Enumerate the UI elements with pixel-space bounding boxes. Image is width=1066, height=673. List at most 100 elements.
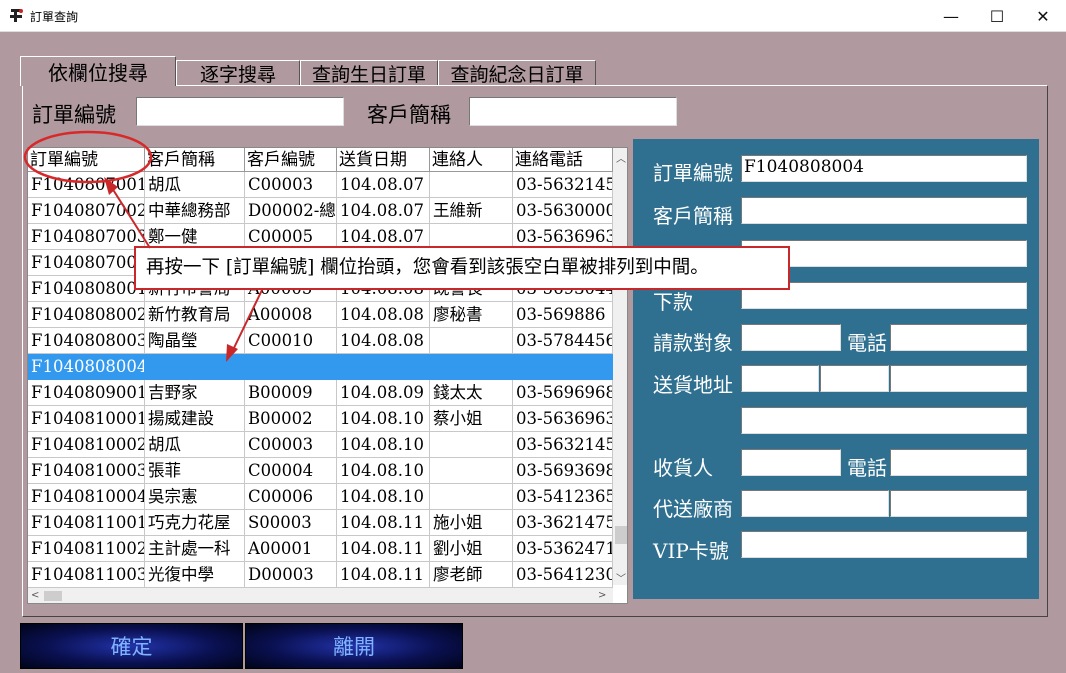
search-customer-input[interactable] bbox=[469, 97, 677, 126]
minimize-button[interactable]: — bbox=[928, 0, 974, 32]
table-row[interactable]: F1040809001 吉野家 B00009 104.08.09 錢太太 03-56969… bbox=[28, 380, 613, 406]
cell-contact[interactable] bbox=[430, 458, 513, 484]
maximize-button[interactable]: ☐ bbox=[974, 0, 1020, 32]
cell-customer[interactable]: 主計處一科 bbox=[145, 536, 245, 562]
cell-customer-id[interactable]: B00002 bbox=[245, 406, 337, 432]
cell-order-no[interactable]: F1040807003 bbox=[28, 224, 145, 250]
cell-customer[interactable]: 胡瓜 bbox=[145, 432, 245, 458]
detail-address-field-4[interactable] bbox=[741, 407, 1027, 434]
cell-customer-id[interactable]: C00006 bbox=[245, 484, 337, 510]
cell-order-no[interactable]: F1040810004 bbox=[28, 484, 145, 510]
tab-anniversary-orders[interactable]: 查詢紀念日訂單 bbox=[438, 60, 596, 86]
cell-delivery-date[interactable]: 104.08.08 bbox=[337, 302, 430, 328]
table-row[interactable]: F1040811002 主計處一科 A00001 104.08.11 劉小姐 03-536… bbox=[28, 536, 613, 562]
detail-receiver-phone-field[interactable] bbox=[890, 449, 1027, 476]
cell-phone[interactable]: 03-5784456 bbox=[513, 328, 613, 354]
cell-contact[interactable]: 蔡小姐 bbox=[430, 406, 513, 432]
column-header-customer[interactable]: 客戶簡稱 bbox=[145, 148, 245, 172]
tab-text-search[interactable]: 逐字搜尋 bbox=[176, 60, 300, 86]
detail-address-field-3[interactable] bbox=[890, 365, 1027, 392]
cell-contact[interactable] bbox=[430, 484, 513, 510]
column-header-customer-id[interactable]: 客戶編號 bbox=[245, 148, 337, 172]
cell-contact[interactable]: 錢太太 bbox=[430, 380, 513, 406]
confirm-button[interactable]: 確定 bbox=[20, 623, 243, 669]
column-header-phone[interactable]: 連絡電話 bbox=[513, 148, 613, 172]
cell-customer-id[interactable]: C00003 bbox=[245, 432, 337, 458]
cell-customer[interactable]: 光復中學 bbox=[145, 562, 245, 588]
column-header-delivery-date[interactable]: 送貨日期 bbox=[337, 148, 430, 172]
cell-delivery-date[interactable]: 104.08.07 bbox=[337, 172, 430, 198]
cell-customer[interactable]: 吳宗憲 bbox=[145, 484, 245, 510]
cell-phone[interactable]: 03-5632145 bbox=[513, 432, 613, 458]
cell-customer-id[interactable]: C00003 bbox=[245, 172, 337, 198]
horizontal-scroll-thumb[interactable] bbox=[44, 591, 62, 601]
cell-phone[interactable]: 03-569886 bbox=[513, 302, 613, 328]
cell-order-no[interactable]: F1040808002 bbox=[28, 302, 145, 328]
cell-order-no[interactable]: F1040808004 bbox=[28, 354, 145, 380]
cell-customer[interactable]: 陶晶瑩 bbox=[145, 328, 245, 354]
cell-phone[interactable]: 03-5630000 bbox=[513, 198, 613, 224]
cell-customer[interactable]: 揚威建設 bbox=[145, 406, 245, 432]
cell-phone[interactable]: 03-5362471 bbox=[513, 536, 613, 562]
cell-order-no[interactable]: F1040810003 bbox=[28, 458, 145, 484]
cell-contact[interactable] bbox=[430, 172, 513, 198]
tab-field-search[interactable]: 依欄位搜尋 bbox=[20, 56, 176, 86]
table-row[interactable]: F1040810002 胡瓜 C00003 104.08.10 03-5632145 bbox=[28, 432, 613, 458]
table-row[interactable]: F1040811001 巧克力花屋 S00003 104.08.11 施小姐 03-362… bbox=[28, 510, 613, 536]
cell-delivery-date[interactable]: 104.08.10 bbox=[337, 432, 430, 458]
cell-delivery-date[interactable]: 104.08.11 bbox=[337, 562, 430, 588]
scroll-down-icon[interactable]: ﹀ bbox=[613, 570, 627, 585]
table-row[interactable]: F1040807001 胡瓜 C00003 104.08.07 03-5632145 bbox=[28, 172, 613, 198]
close-button[interactable]: ✕ bbox=[1020, 0, 1066, 32]
cell-delivery-date[interactable] bbox=[337, 354, 430, 380]
table-row[interactable]: F1040810004 吳宗憲 C00006 104.08.10 03-5412365 bbox=[28, 484, 613, 510]
cell-customer[interactable]: 吉野家 bbox=[145, 380, 245, 406]
exit-button[interactable]: 離開 bbox=[245, 623, 463, 669]
detail-receiver-field[interactable] bbox=[741, 449, 841, 476]
cell-customer[interactable]: 胡瓜 bbox=[145, 172, 245, 198]
cell-order-no[interactable]: F1040807001 bbox=[28, 172, 145, 198]
cell-order-no[interactable]: F1040807002 bbox=[28, 198, 145, 224]
table-row[interactable]: F1040807002 中華總務部 D00002-總 104.08.07 王維新 03-5… bbox=[28, 198, 613, 224]
cell-delivery-date[interactable]: 104.08.11 bbox=[337, 510, 430, 536]
scroll-right-icon[interactable]: > bbox=[598, 588, 606, 603]
cell-delivery-date[interactable]: 104.08.10 bbox=[337, 458, 430, 484]
vertical-scrollbar[interactable]: ︿ ﹀ bbox=[613, 148, 627, 585]
cell-customer[interactable]: 中華總務部 bbox=[145, 198, 245, 224]
cell-customer[interactable]: 張菲 bbox=[145, 458, 245, 484]
cell-customer-id[interactable]: C00004 bbox=[245, 458, 337, 484]
cell-phone[interactable]: 03-5693698 bbox=[513, 458, 613, 484]
cell-contact[interactable] bbox=[430, 432, 513, 458]
cell-phone[interactable]: 03-5696968 bbox=[513, 380, 613, 406]
table-row[interactable]: F1040808003 陶晶瑩 C00010 104.08.08 03-5784456 bbox=[28, 328, 613, 354]
cell-delivery-date[interactable]: 104.08.10 bbox=[337, 406, 430, 432]
cell-customer-id[interactable]: S00003 bbox=[245, 510, 337, 536]
cell-delivery-date[interactable]: 104.08.10 bbox=[337, 484, 430, 510]
cell-order-no[interactable]: F1040809001 bbox=[28, 380, 145, 406]
cell-customer-id[interactable]: B00009 bbox=[245, 380, 337, 406]
detail-vendor-field-1[interactable] bbox=[741, 490, 889, 517]
cell-delivery-date[interactable]: 104.08.08 bbox=[337, 328, 430, 354]
cell-phone[interactable]: 03-3621475 bbox=[513, 510, 613, 536]
cell-phone[interactable]: 03-5412365 bbox=[513, 484, 613, 510]
detail-order-no-field[interactable]: F1040808004 bbox=[741, 155, 1027, 182]
vertical-scroll-thumb[interactable] bbox=[615, 526, 627, 544]
tab-birthday-orders[interactable]: 查詢生日訂單 bbox=[300, 60, 438, 86]
cell-order-no[interactable]: F1040811002 bbox=[28, 536, 145, 562]
cell-contact[interactable]: 廖秘書 bbox=[430, 302, 513, 328]
detail-vip-field[interactable] bbox=[741, 531, 1027, 558]
orders-grid[interactable]: 訂單編號 客戶簡稱 客戶編號 送貨日期 連絡人 連絡電話 F1040807001… bbox=[27, 147, 628, 604]
cell-order-no[interactable]: F1040808001 bbox=[28, 276, 145, 302]
cell-phone[interactable]: 03-5641230 bbox=[513, 562, 613, 588]
table-row[interactable]: F1040810001 揚威建設 B00002 104.08.10 蔡小姐 03-5636… bbox=[28, 406, 613, 432]
column-header-contact[interactable]: 連絡人 bbox=[430, 148, 513, 172]
cell-order-no[interactable]: F1040811001 bbox=[28, 510, 145, 536]
cell-contact[interactable]: 劉小姐 bbox=[430, 536, 513, 562]
detail-address-field-1[interactable] bbox=[741, 365, 819, 392]
cell-customer[interactable] bbox=[145, 354, 245, 380]
cell-customer-id[interactable]: A00008 bbox=[245, 302, 337, 328]
cell-delivery-date[interactable]: 104.08.11 bbox=[337, 536, 430, 562]
cell-customer[interactable]: 巧克力花屋 bbox=[145, 510, 245, 536]
search-order-no-input[interactable] bbox=[136, 97, 344, 126]
cell-phone[interactable] bbox=[513, 354, 613, 380]
